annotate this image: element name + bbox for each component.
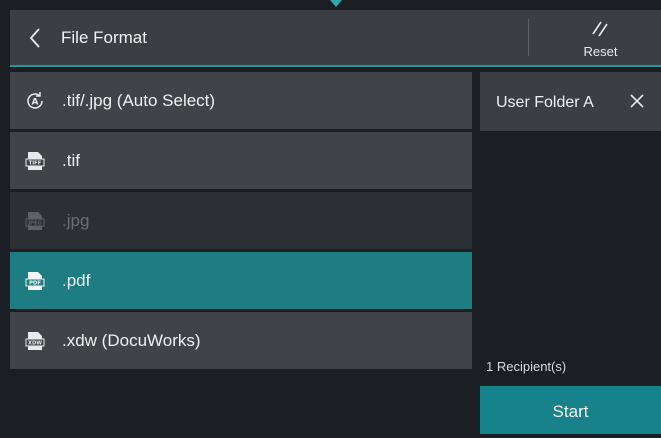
- format-label: .xdw (DocuWorks): [62, 331, 201, 350]
- svg-text:TIFF: TIFF: [29, 161, 42, 167]
- xdw-file-icon: XDW: [25, 332, 45, 350]
- format-label: .jpg: [62, 211, 90, 230]
- format-label: .tif: [62, 151, 80, 170]
- reset-icon: [592, 21, 608, 37]
- remove-recipient-button[interactable]: [617, 72, 661, 131]
- pdf-file-icon: PDF: [25, 272, 45, 290]
- recipient-name: User Folder A: [496, 94, 594, 111]
- format-label: .tif/.jpg (Auto Select): [62, 91, 216, 110]
- reset-button[interactable]: Reset: [540, 10, 661, 65]
- format-option-tif[interactable]: TIFF .tif: [10, 132, 472, 189]
- recipient-item[interactable]: User Folder A: [480, 72, 661, 131]
- header-accent-line: [10, 65, 661, 67]
- recipients-panel: User Folder A 1 Recipient(s) Start: [480, 72, 661, 434]
- format-option-jpg[interactable]: JPEG .jpg: [10, 192, 472, 249]
- svg-text:XDW: XDW: [28, 341, 42, 347]
- svg-text:JPEG: JPEG: [27, 221, 42, 227]
- auto-select-icon: A: [27, 92, 43, 109]
- tiff-file-icon: TIFF: [25, 152, 45, 170]
- chevron-left-icon: [29, 27, 40, 48]
- format-option-pdf[interactable]: PDF .pdf: [10, 252, 472, 309]
- back-button[interactable]: [10, 10, 60, 65]
- start-button[interactable]: Start: [480, 386, 661, 434]
- header-divider: [528, 19, 529, 56]
- format-label: .pdf: [62, 271, 91, 290]
- format-option-xdw[interactable]: XDW .xdw (DocuWorks): [10, 312, 472, 369]
- close-icon: [630, 94, 644, 108]
- top-indicator: [330, 0, 342, 7]
- recipient-count: 1 Recipient(s): [486, 359, 567, 374]
- svg-text:A: A: [32, 98, 39, 108]
- header-bar: File Format Reset: [10, 10, 661, 67]
- page-title: File Format: [61, 28, 147, 47]
- jpeg-file-icon: JPEG: [25, 212, 45, 230]
- svg-text:PDF: PDF: [29, 281, 41, 287]
- reset-label: Reset: [583, 44, 618, 59]
- start-label: Start: [552, 402, 589, 421]
- format-option-auto-select[interactable]: A .tif/.jpg (Auto Select): [10, 72, 472, 129]
